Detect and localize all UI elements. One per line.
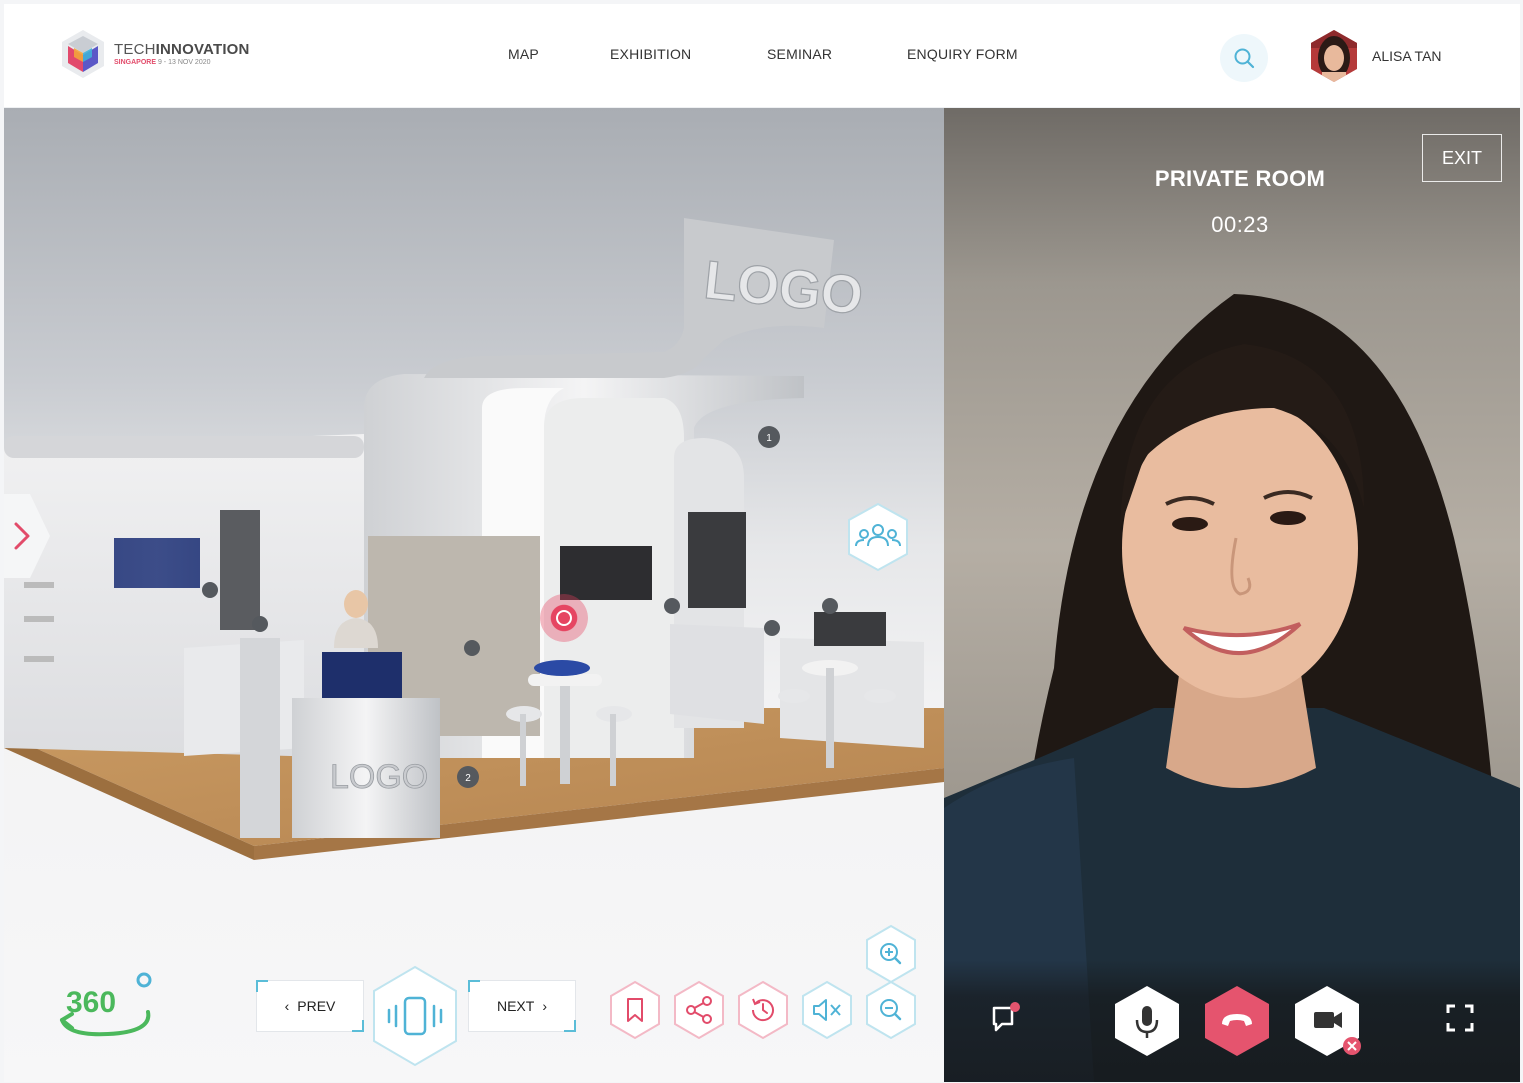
- share-icon: [674, 980, 724, 1040]
- visitors-button[interactable]: [846, 502, 910, 572]
- search-icon: [1234, 48, 1255, 69]
- history-icon: [738, 980, 788, 1040]
- share-button[interactable]: [672, 980, 726, 1040]
- video-call-panel: PRIVATE ROOM 00:23 EXIT: [944, 108, 1520, 1082]
- bookmark-button[interactable]: [608, 980, 662, 1040]
- microphone-button[interactable]: [1112, 984, 1182, 1063]
- chat-icon: [992, 1002, 1020, 1032]
- microphone-icon: [1115, 986, 1179, 1056]
- exhibition-booth-render: LOGO LOGO 1 2: [4, 218, 944, 860]
- logo-dates: SINGAPORE 9 - 13 NOV 2020: [114, 59, 211, 66]
- event-logo[interactable]: TECHINNOVATION SINGAPORE 9 - 13 NOV 2020: [58, 28, 250, 80]
- bookmark-icon: [610, 980, 660, 1040]
- chevron-left-icon: ‹: [284, 998, 290, 1014]
- app-frame: TECHINNOVATION SINGAPORE 9 - 13 NOV 2020…: [4, 4, 1520, 1082]
- user-name[interactable]: ALISA TAN: [1372, 48, 1442, 64]
- fullscreen-button[interactable]: [1444, 1002, 1476, 1039]
- zoom-in-button[interactable]: [864, 924, 918, 984]
- prev-button[interactable]: ‹ PREV: [256, 980, 364, 1032]
- chat-button[interactable]: [988, 1000, 1024, 1041]
- mute-icon: [802, 980, 852, 1040]
- nav-item-enquiry-form[interactable]: ENQUIRY FORM: [907, 46, 1018, 62]
- view-360-badge[interactable]: 360: [52, 970, 158, 1046]
- call-controls-bar: [944, 960, 1520, 1082]
- zoom-in-icon: [866, 924, 916, 984]
- hang-up-button[interactable]: [1202, 984, 1272, 1063]
- search-button[interactable]: [1220, 34, 1268, 82]
- booth-scene[interactable]: LOGO LOGO 1 2 360 ‹ PREV NEXT ›: [4, 108, 944, 1082]
- exit-button[interactable]: EXIT: [1422, 134, 1502, 182]
- rotate-360-icon: 360: [60, 972, 152, 1037]
- call-timer: 00:23: [1211, 212, 1269, 237]
- user-avatar[interactable]: [1308, 28, 1360, 84]
- camera-off-icon: [1295, 986, 1361, 1056]
- counter-logo: LOGO: [330, 758, 428, 796]
- fullscreen-icon: [1446, 1004, 1474, 1032]
- top-header: TECHINNOVATION SINGAPORE 9 - 13 NOV 2020…: [4, 4, 1520, 108]
- hotspot-number-2[interactable]: 2: [465, 773, 471, 784]
- camera-button[interactable]: [1292, 984, 1368, 1069]
- participant-video-feed: [944, 294, 1520, 1082]
- zoom-out-button[interactable]: [864, 980, 918, 1040]
- zoom-out-icon: [866, 980, 916, 1040]
- chevron-right-icon: ›: [542, 998, 547, 1014]
- booth-hotspot[interactable]: [540, 594, 588, 642]
- mute-button[interactable]: [800, 980, 854, 1040]
- history-button[interactable]: [736, 980, 790, 1040]
- open-side-panel-button[interactable]: [4, 494, 50, 578]
- vibrate-button[interactable]: [370, 964, 460, 1068]
- nav-item-exhibition[interactable]: EXHIBITION: [610, 46, 691, 62]
- next-button[interactable]: NEXT ›: [468, 980, 576, 1032]
- hotspot-number-1[interactable]: 1: [766, 433, 772, 444]
- logo-wordmark: TECHINNOVATION: [114, 41, 250, 58]
- nav-item-seminar[interactable]: SEMINAR: [767, 46, 832, 62]
- event-logo-mark: [62, 30, 104, 78]
- nav-item-map[interactable]: MAP: [508, 46, 539, 62]
- device-vibrate-icon: [373, 965, 457, 1067]
- hang-up-icon: [1205, 986, 1269, 1056]
- chevron-right-icon: [4, 494, 50, 578]
- people-icon: [848, 502, 908, 572]
